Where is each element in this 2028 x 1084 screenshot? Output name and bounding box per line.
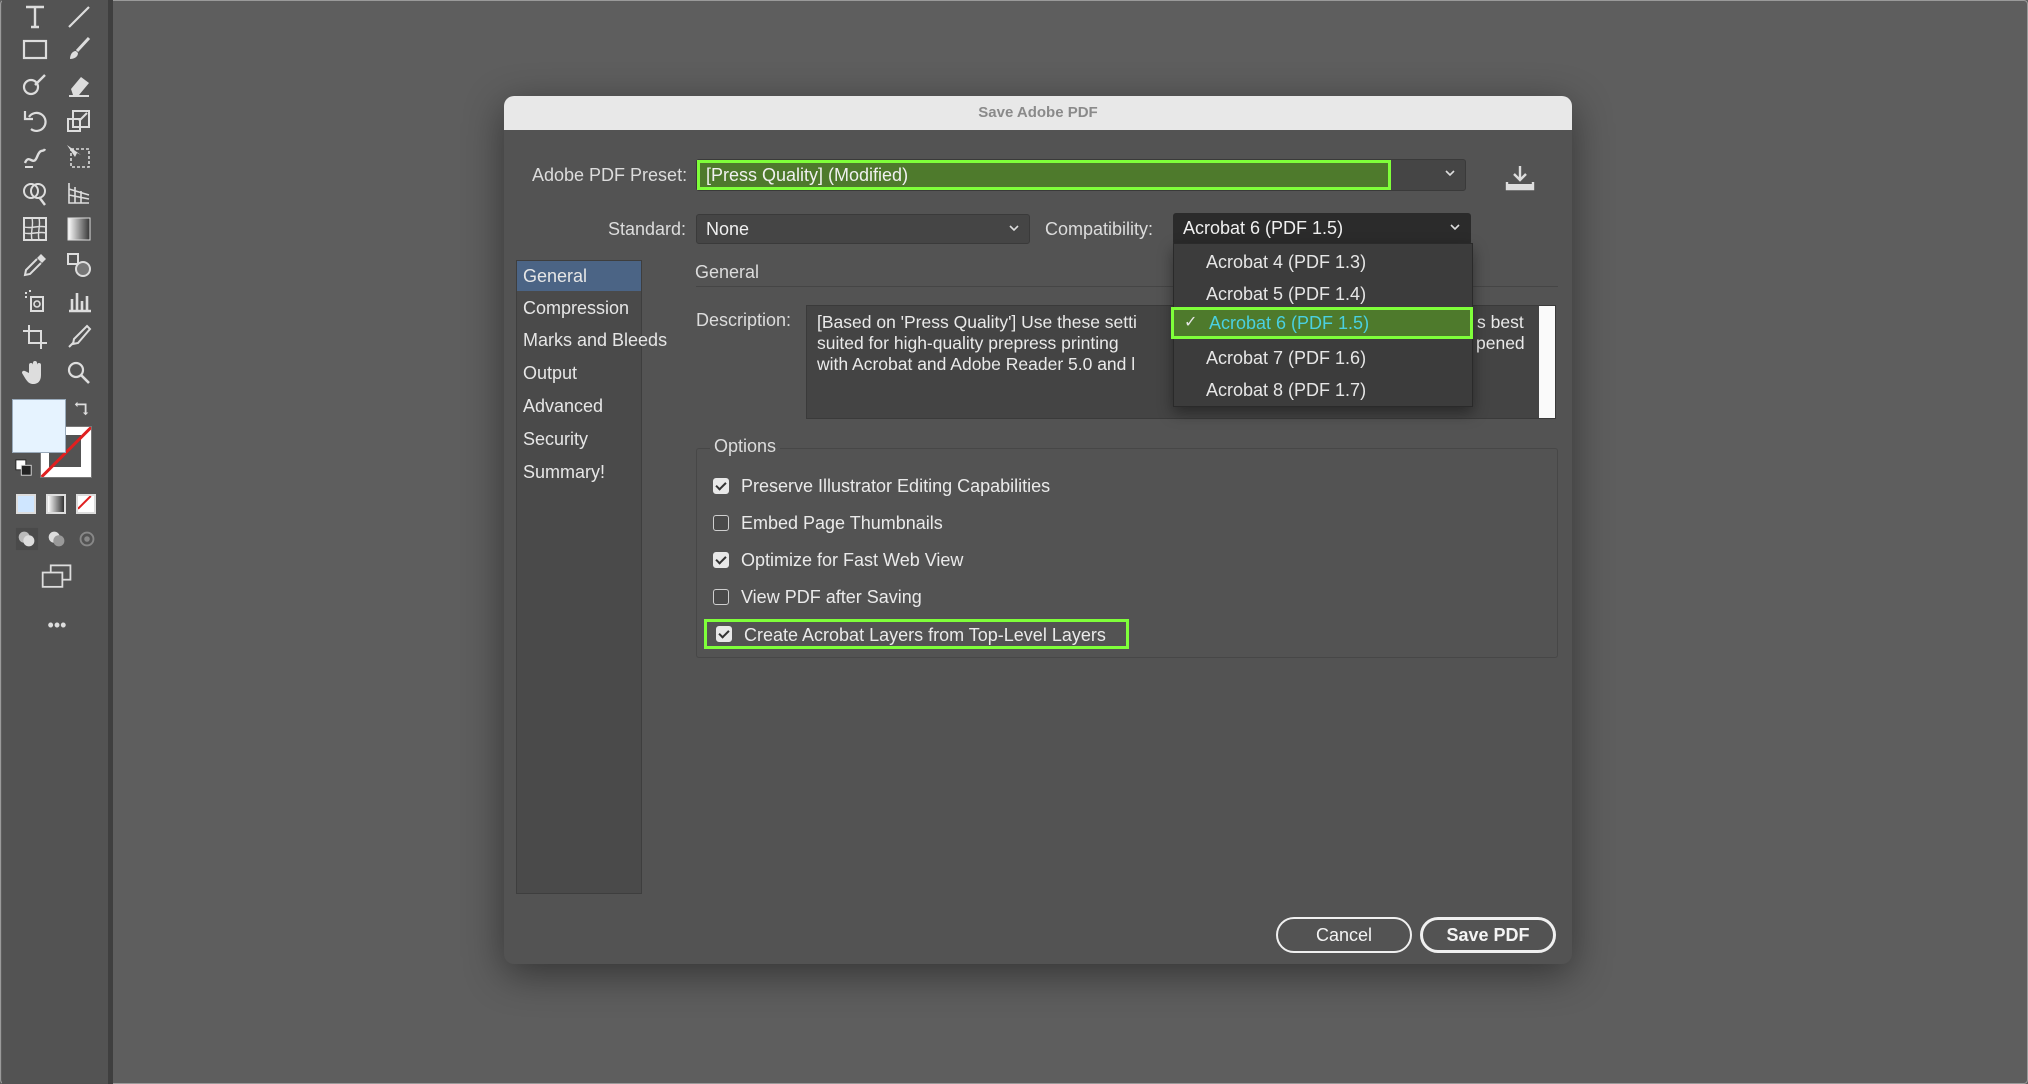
mesh-tool-icon[interactable] [18, 212, 52, 246]
eyedropper-tool-icon[interactable] [18, 248, 52, 282]
fill-mode-none-icon[interactable] [76, 494, 96, 514]
chevron-down-icon [1450, 224, 1460, 231]
compatibility-value: Acrobat 6 (PDF 1.5) [1183, 218, 1344, 238]
option-label: View PDF after Saving [741, 587, 922, 607]
description-label: Description: [696, 310, 792, 330]
more-tools-icon[interactable]: ••• [38, 610, 76, 640]
draw-inside-icon[interactable] [74, 526, 100, 552]
perspective-grid-tool-icon[interactable] [62, 176, 96, 210]
chevron-down-icon [1009, 225, 1019, 232]
category-sidebar: General Compression Marks and Bleeds Out… [516, 260, 667, 894]
sidebar-item-compression[interactable]: Compression [517, 293, 641, 323]
option-label: Create Acrobat Layers from Top-Level Lay… [744, 625, 1106, 645]
sidebar-item-general[interactable]: General [517, 261, 641, 291]
option-label: Preserve Illustrator Editing Capabilitie… [741, 476, 1051, 496]
section-title: General [695, 262, 760, 282]
description-line-tail: s best [1477, 312, 1524, 332]
dialog-title: Save Adobe PDF [504, 96, 1572, 130]
standard-label: Standard: [608, 219, 687, 239]
checkbox-unchecked[interactable] [713, 515, 729, 531]
blend-tool-icon[interactable] [62, 248, 96, 282]
sidebar-item-summary[interactable]: Summary! [517, 457, 641, 487]
option-create-acrobat-layers[interactable]: Create Acrobat Layers from Top-Level Lay… [704, 619, 1129, 649]
free-transform-tool-icon[interactable] [62, 140, 96, 174]
checkbox-checked[interactable] [716, 626, 732, 642]
dropdown-option-acrobat-5[interactable]: Acrobat 5 (PDF 1.4) [1174, 278, 1472, 310]
save-adobe-pdf-dialog: Save Adobe PDF Adobe PDF Preset: [Press … [504, 96, 1572, 964]
dropdown-option-acrobat-4[interactable]: Acrobat 4 (PDF 1.3) [1174, 246, 1472, 278]
chevron-down-icon [1445, 170, 1455, 177]
options-title: Options [710, 436, 781, 457]
swap-colors-icon[interactable] [72, 398, 92, 418]
save-pdf-button[interactable]: Save PDF [1420, 917, 1556, 953]
type-tool-icon[interactable] [18, 0, 52, 34]
scale-tool-icon[interactable] [62, 104, 96, 138]
dropdown-option-acrobat-7[interactable]: Acrobat 7 (PDF 1.6) [1174, 342, 1472, 374]
default-colors-icon[interactable] [14, 458, 34, 478]
zoom-tool-icon[interactable] [62, 356, 96, 390]
preset-value: [Press Quality] (Modified) [697, 160, 1391, 190]
checkbox-checked[interactable] [713, 552, 729, 568]
fill-color-swatch[interactable] [12, 399, 66, 453]
compatibility-dropdown: Acrobat 4 (PDF 1.3) Acrobat 5 (PDF 1.4) … [1171, 243, 1473, 407]
column-graph-tool-icon[interactable] [62, 284, 96, 318]
description-scrollbar[interactable] [1539, 306, 1555, 418]
sidebar-item-advanced[interactable]: Advanced [517, 391, 641, 421]
shape-builder-tool-icon[interactable] [18, 176, 52, 210]
tools-panel: ••• [2, 0, 113, 1084]
sidebar-item-output[interactable]: Output [517, 358, 641, 388]
line-tool-icon[interactable] [62, 0, 96, 34]
preset-label: Adobe PDF Preset: [532, 165, 688, 185]
sidebar-item-marks-and-bleeds[interactable]: Marks and Bleeds [517, 325, 667, 355]
description-line-tail: pened [1476, 333, 1525, 353]
sidebar-item-security[interactable]: Security [517, 424, 641, 454]
preset-select[interactable]: [Press Quality] (Modified) [696, 159, 1466, 191]
dropdown-option-label: Acrobat 6 (PDF 1.5) [1209, 313, 1370, 333]
hand-tool-icon[interactable] [18, 356, 52, 390]
symbol-sprayer-tool-icon[interactable] [18, 284, 52, 318]
standard-select[interactable]: None [696, 214, 1030, 244]
warp-tool-icon[interactable] [18, 140, 52, 174]
standard-value: None [706, 219, 750, 239]
pen-tool-icon[interactable] [62, 320, 96, 354]
screen-mode-icon[interactable] [38, 562, 76, 592]
compatibility-label: Compatibility: [1045, 219, 1154, 239]
dropdown-option-acrobat-8[interactable]: Acrobat 8 (PDF 1.7) [1174, 374, 1472, 406]
option-label: Optimize for Fast Web View [741, 550, 964, 570]
eraser-tool-icon[interactable] [62, 68, 96, 102]
shaper-tool-icon[interactable] [18, 68, 52, 102]
rotate-tool-icon[interactable] [18, 104, 52, 138]
draw-behind-icon[interactable] [44, 526, 70, 552]
compatibility-select[interactable]: Acrobat 6 (PDF 1.5) [1173, 213, 1471, 245]
rectangle-tool-icon[interactable] [18, 32, 52, 66]
fill-mode-color-icon[interactable] [16, 494, 36, 514]
paintbrush-tool-icon[interactable] [62, 32, 96, 66]
gradient-tool-icon[interactable] [62, 212, 96, 246]
cancel-button[interactable]: Cancel [1276, 917, 1412, 953]
save-preset-icon[interactable] [1504, 164, 1536, 192]
artboard-tool-icon[interactable] [18, 320, 52, 354]
checkmark-icon: ✓ [1184, 314, 1198, 331]
checkbox-unchecked[interactable] [713, 589, 729, 605]
dropdown-option-acrobat-6[interactable]: ✓ Acrobat 6 (PDF 1.5) [1171, 307, 1473, 339]
option-label: Embed Page Thumbnails [741, 513, 943, 533]
checkbox-checked[interactable] [713, 478, 729, 494]
fill-mode-gradient-icon[interactable] [46, 494, 66, 514]
draw-normal-icon[interactable] [14, 526, 40, 552]
